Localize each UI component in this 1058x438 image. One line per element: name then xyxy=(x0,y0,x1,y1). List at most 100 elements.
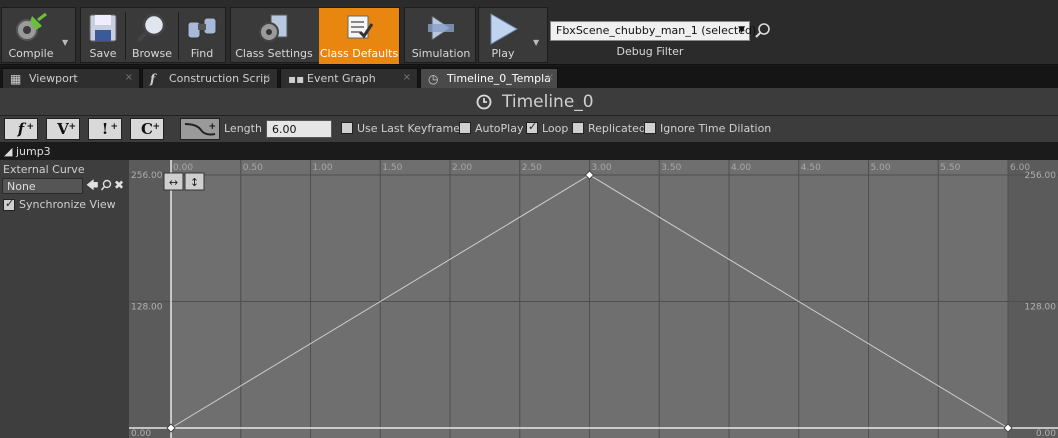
class-settings-button[interactable]: Class Settings xyxy=(231,8,317,64)
replicated-checkbox[interactable] xyxy=(572,122,584,134)
find-label: Find xyxy=(190,47,214,60)
x-tick-label: 2.00 xyxy=(452,163,472,173)
play-icon xyxy=(490,13,519,45)
x-tick-label: 3.00 xyxy=(592,163,612,173)
timeline-title: Timeline_0 xyxy=(502,92,594,112)
tab-timeline[interactable]: ◷ Timeline_0_Templa × xyxy=(420,68,558,88)
tab-label: Timeline_0_Templa xyxy=(447,72,551,85)
y-tick-label-left: 128.00 xyxy=(131,303,163,313)
class-group: Class Settings Class Defaults xyxy=(230,7,400,64)
binoculars-icon xyxy=(187,17,217,39)
tab-event-graph[interactable]: ▪▪ Event Graph × xyxy=(280,68,418,88)
clear-icon[interactable]: ✖ xyxy=(114,179,126,192)
tab-label: Viewport xyxy=(29,72,78,85)
debug-object-value: FbxScene_chubby_man_1 (selected) xyxy=(556,24,757,37)
add-color-track-button[interactable]: C + xyxy=(130,118,164,140)
close-icon[interactable]: × xyxy=(403,72,411,83)
loop-checkbox[interactable] xyxy=(526,120,538,134)
track-name: ◢ jump3 xyxy=(4,145,51,158)
external-curve-label: External Curve xyxy=(3,163,85,176)
compile-icon xyxy=(16,12,47,41)
clock-icon: ◷ xyxy=(428,72,439,86)
timeline-controls: f+ V+ !+ C+ + Length Use Last Keyframe? … xyxy=(0,116,1058,142)
browse-button[interactable]: Browse xyxy=(126,8,178,64)
x-tick-label: 3.50 xyxy=(661,163,681,173)
simulation-icon xyxy=(428,15,454,41)
toolbar: Compile ▼ Save Browse Find Class Setting… xyxy=(0,0,1058,65)
debug-filter-label: Debug Filter xyxy=(616,45,684,58)
class-defaults-icon xyxy=(347,15,374,39)
search-icon[interactable] xyxy=(754,21,772,41)
y-tick-label-right: 256.00 xyxy=(1025,171,1057,181)
tab-viewport[interactable]: ▦ Viewport × xyxy=(2,68,140,88)
external-curve-field[interactable]: None xyxy=(2,178,83,194)
magnifier-icon xyxy=(136,13,166,43)
color-track-icon: C xyxy=(141,120,153,138)
length-input[interactable] xyxy=(266,120,332,138)
play-group: Play ▼ xyxy=(478,7,548,63)
y-tick-label-right: 0.00 xyxy=(1036,429,1056,438)
tab-label: Construction Scrip xyxy=(169,72,271,85)
fit-vertical-icon: ↕ xyxy=(190,176,199,189)
loop-label: Loop xyxy=(542,122,569,135)
autoplay-label: AutoPlay xyxy=(475,122,524,135)
track-properties-panel: External Curve None 🡄 ✖ Synchronize View xyxy=(0,160,129,438)
synchronize-view-label: Synchronize View xyxy=(19,198,116,211)
track-header[interactable]: ◢ jump3 xyxy=(0,143,1058,160)
clock-icon xyxy=(476,94,492,110)
class-defaults-button[interactable]: Class Defaults xyxy=(319,8,399,64)
add-event-track-button[interactable]: ! + xyxy=(88,118,122,140)
add-vector-track-button[interactable]: V + xyxy=(46,118,80,140)
simulation-label: Simulation xyxy=(411,47,471,60)
y-tick-label-right: 128.00 xyxy=(1025,303,1057,313)
add-float-track-button[interactable]: f + xyxy=(4,118,38,140)
save-button[interactable]: Save xyxy=(81,8,125,64)
x-tick-label: 1.00 xyxy=(313,163,333,173)
close-icon[interactable]: × xyxy=(125,72,133,83)
graph-icon: ▪▪ xyxy=(288,72,305,86)
x-tick-label: 5.00 xyxy=(871,163,891,173)
use-last-keyframe-label: Use Last Keyframe? xyxy=(357,122,466,135)
class-defaults-label: Class Defaults xyxy=(319,47,399,60)
play-label: Play xyxy=(491,47,515,60)
debug-object-select[interactable]: FbxScene_chubby_man_1 (selected) ▼ xyxy=(550,21,756,41)
class-settings-label: Class Settings xyxy=(235,47,313,60)
curve-graph[interactable]: 0.00 0.50 1.00 1.50 2.00 2.50 3.00 3.50 4.00 4.50… xyxy=(129,160,1058,438)
tab-construction-script[interactable]: f Construction Scrip × xyxy=(142,68,278,88)
fit-horizontal-icon: ↔ xyxy=(169,176,178,189)
x-tick-label: 1.50 xyxy=(382,163,402,173)
add-external-curve-button[interactable]: + xyxy=(180,118,220,140)
use-last-keyframe-checkbox[interactable] xyxy=(341,122,353,134)
function-icon: f xyxy=(150,72,156,86)
compile-dropdown-icon[interactable]: ▼ xyxy=(62,38,68,47)
x-tick-label: 4.50 xyxy=(801,163,821,173)
class-settings-icon xyxy=(259,14,288,42)
compile-button[interactable]: Compile xyxy=(2,8,60,64)
length-label: Length xyxy=(224,122,262,135)
find-button[interactable]: Find xyxy=(179,8,225,64)
vector-track-icon: V xyxy=(57,120,69,138)
ignore-time-dilation-checkbox[interactable] xyxy=(644,122,656,134)
timeline-header: Timeline_0 xyxy=(0,88,1058,116)
tab-strip: ▦ Viewport × f Construction Scrip × ▪▪ E… xyxy=(0,66,1058,88)
x-tick-label: 5.50 xyxy=(940,163,960,173)
play-button[interactable]: Play xyxy=(479,8,527,64)
browse-search-icon[interactable] xyxy=(100,179,112,192)
browse-label: Browse xyxy=(131,47,173,60)
event-track-icon: ! xyxy=(101,120,109,138)
y-tick-label-left: 256.00 xyxy=(131,171,163,181)
x-tick-label: 2.50 xyxy=(522,163,542,173)
chevron-down-icon: ▼ xyxy=(738,25,745,35)
compile-label: Compile xyxy=(8,47,54,60)
close-icon[interactable]: × xyxy=(263,72,271,83)
close-icon[interactable]: × xyxy=(546,72,554,83)
simulation-button[interactable]: Simulation xyxy=(405,8,477,64)
use-selected-arrow-icon[interactable]: 🡄 xyxy=(86,179,98,192)
synchronize-view-checkbox[interactable] xyxy=(3,197,15,211)
replicated-label: Replicated xyxy=(588,122,646,135)
autoplay-checkbox[interactable] xyxy=(459,122,471,134)
play-dropdown-icon[interactable]: ▼ xyxy=(533,38,539,47)
x-tick-label: 0.50 xyxy=(243,163,263,173)
save-label: Save xyxy=(89,47,117,60)
y-tick-label-left: 0.00 xyxy=(131,429,151,438)
